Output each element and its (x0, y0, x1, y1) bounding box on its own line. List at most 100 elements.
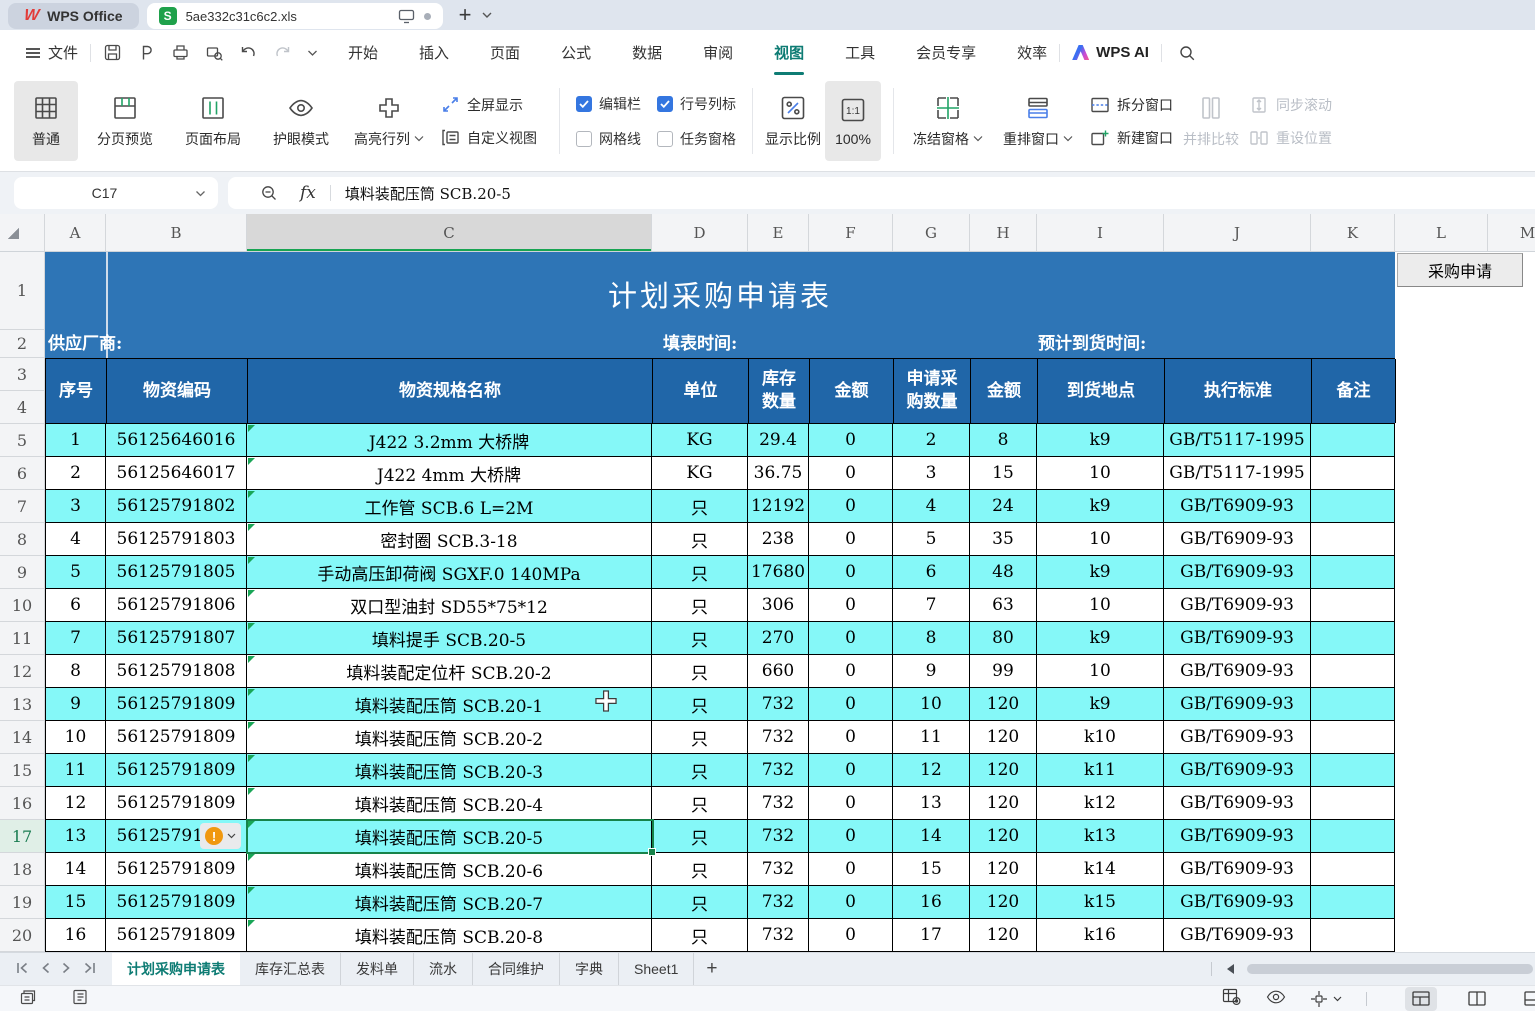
menu-item-页面[interactable]: 页面 (490, 30, 520, 75)
cell-F7[interactable]: 0 (809, 490, 893, 523)
view-button-护眼模式[interactable]: 护眼模式 (260, 81, 342, 161)
cell-K9[interactable] (1311, 556, 1395, 589)
document-tab[interactable]: S 5ae332c31c6c2.xls (147, 3, 443, 29)
cell-A18[interactable]: 14 (45, 853, 106, 886)
table-header-4[interactable]: 单位 (653, 359, 749, 423)
cell-H16[interactable]: 120 (970, 787, 1037, 820)
cell-E8[interactable]: 238 (748, 523, 809, 556)
button-拆分窗口[interactable]: 拆分窗口 (1090, 95, 1173, 115)
select-all-corner[interactable] (0, 214, 45, 252)
cell-C5[interactable]: J422 3.2mm 大桥牌 (247, 424, 652, 457)
cell-K6[interactable] (1311, 457, 1395, 490)
cell-D19[interactable]: 只 (652, 886, 748, 919)
cell-B12[interactable]: 56125791808 (106, 655, 247, 688)
cell-E12[interactable]: 660 (748, 655, 809, 688)
cell-G12[interactable]: 9 (893, 655, 970, 688)
cell-F11[interactable]: 0 (809, 622, 893, 655)
cell-I19[interactable]: k15 (1037, 886, 1164, 919)
table-settings-icon[interactable] (1222, 988, 1242, 1009)
page-layout-toggle[interactable] (1461, 987, 1493, 1011)
cell-H6[interactable]: 15 (970, 457, 1037, 490)
cell-E6[interactable]: 36.75 (748, 457, 809, 490)
cell-K10[interactable] (1311, 589, 1395, 622)
cell-F6[interactable]: 0 (809, 457, 893, 490)
cell-G6[interactable]: 3 (893, 457, 970, 490)
cell-F10[interactable]: 0 (809, 589, 893, 622)
checkbox-box[interactable] (657, 96, 673, 112)
cell-I15[interactable]: k11 (1037, 754, 1164, 787)
cell-F19[interactable]: 0 (809, 886, 893, 919)
cell-C8[interactable]: 密封圈 SCB.3-18 (247, 523, 652, 556)
row-header-7[interactable]: 7 (0, 490, 44, 523)
cell-H18[interactable]: 120 (970, 853, 1037, 886)
cell-D9[interactable]: 只 (652, 556, 748, 589)
row-header-1[interactable]: 1 (0, 252, 44, 330)
move-mode-icon[interactable] (1310, 990, 1342, 1008)
first-sheet-button[interactable] (16, 961, 29, 977)
cell-G19[interactable]: 16 (893, 886, 970, 919)
sheet-tab-Sheet1[interactable]: Sheet1 (619, 953, 694, 985)
column-header-G[interactable]: G (893, 214, 970, 252)
cell-A10[interactable]: 6 (45, 589, 106, 622)
search-icon[interactable] (1178, 44, 1196, 62)
scroll-left-arrow[interactable] (1226, 961, 1235, 977)
cell-I12[interactable]: 10 (1037, 655, 1164, 688)
button-全屏显示[interactable]: 全屏显示 (440, 95, 537, 115)
checkbox-box[interactable] (657, 131, 673, 147)
cell-C16[interactable]: 填料装配压筒 SCB.20-4 (247, 787, 652, 820)
cell-E9[interactable]: 17680 (748, 556, 809, 589)
cell-C14[interactable]: 填料装配压筒 SCB.20-2 (247, 721, 652, 754)
cell-G18[interactable]: 15 (893, 853, 970, 886)
macro-status-icon[interactable] (20, 989, 38, 1008)
cell-B5[interactable]: 56125646016 (106, 424, 247, 457)
view-button-高亮行列[interactable]: 高亮行列 (348, 81, 430, 161)
row-header-9[interactable]: 9 (0, 556, 44, 589)
cell-J11[interactable]: GB/T6909-93 (1164, 622, 1311, 655)
cell-B9[interactable]: 56125791805 (106, 556, 247, 589)
name-box[interactable]: C17 (14, 177, 218, 209)
table-header-5[interactable]: 库存 数量 (749, 359, 810, 423)
cell-D5[interactable]: KG (652, 424, 748, 457)
cell-H11[interactable]: 80 (970, 622, 1037, 655)
cell-D18[interactable]: 只 (652, 853, 748, 886)
cell-B20[interactable]: 56125791809 (106, 919, 247, 952)
new-tab-button[interactable]: + (459, 4, 472, 26)
cell-E18[interactable]: 732 (748, 853, 809, 886)
cell-C13[interactable]: 填料装配压筒 SCB.20-1 (247, 688, 652, 721)
sheet-tab-库存汇总表[interactable]: 库存汇总表 (240, 953, 341, 985)
cell-K20[interactable] (1311, 919, 1395, 952)
cell-D11[interactable]: 只 (652, 622, 748, 655)
cell-K15[interactable] (1311, 754, 1395, 787)
cell-H12[interactable]: 99 (970, 655, 1037, 688)
cell-I7[interactable]: k9 (1037, 490, 1164, 523)
fill-handle[interactable] (648, 848, 656, 856)
wps-home-tab[interactable]: W WPS Office (8, 3, 139, 29)
cell-F12[interactable]: 0 (809, 655, 893, 688)
cell-C12[interactable]: 填料装配定位杆 SCB.20-2 (247, 655, 652, 688)
cell-F8[interactable]: 0 (809, 523, 893, 556)
menu-item-插入[interactable]: 插入 (419, 30, 449, 75)
menu-item-审阅[interactable]: 审阅 (703, 30, 733, 75)
menu-item-公式[interactable]: 公式 (561, 30, 591, 75)
cell-E16[interactable]: 732 (748, 787, 809, 820)
cell-C10[interactable]: 双口型油封 SD55*75*12 (247, 589, 652, 622)
cell-H7[interactable]: 24 (970, 490, 1037, 523)
cell-D6[interactable]: KG (652, 457, 748, 490)
window-button-冻结窗格[interactable]: 冻结窗格 (906, 81, 990, 161)
column-header-C[interactable]: C (247, 214, 652, 252)
cell-H9[interactable]: 48 (970, 556, 1037, 589)
row-header-11[interactable]: 11 (0, 622, 44, 655)
row-header-4[interactable]: 4 (0, 391, 44, 424)
table-header-2[interactable]: 物资编码 (107, 359, 248, 423)
table-title-banner[interactable]: 计划采购申请表 供应厂商: 填表时间: 预计到货时间: (45, 252, 1395, 358)
table-header-9[interactable]: 到货地点 (1038, 359, 1165, 423)
cell-I8[interactable]: 10 (1037, 523, 1164, 556)
print-preview-icon[interactable] (205, 43, 224, 62)
cell-J8[interactable]: GB/T6909-93 (1164, 523, 1311, 556)
cell-area[interactable]: 计划采购申请表 供应厂商: 填表时间: 预计到货时间: 序号物资编码物资规格名称… (45, 252, 1535, 952)
cell-H5[interactable]: 8 (970, 424, 1037, 457)
checkbox-box[interactable] (576, 131, 592, 147)
cell-A16[interactable]: 12 (45, 787, 106, 820)
row-header-13[interactable]: 13 (0, 688, 44, 721)
cell-B19[interactable]: 56125791809 (106, 886, 247, 919)
